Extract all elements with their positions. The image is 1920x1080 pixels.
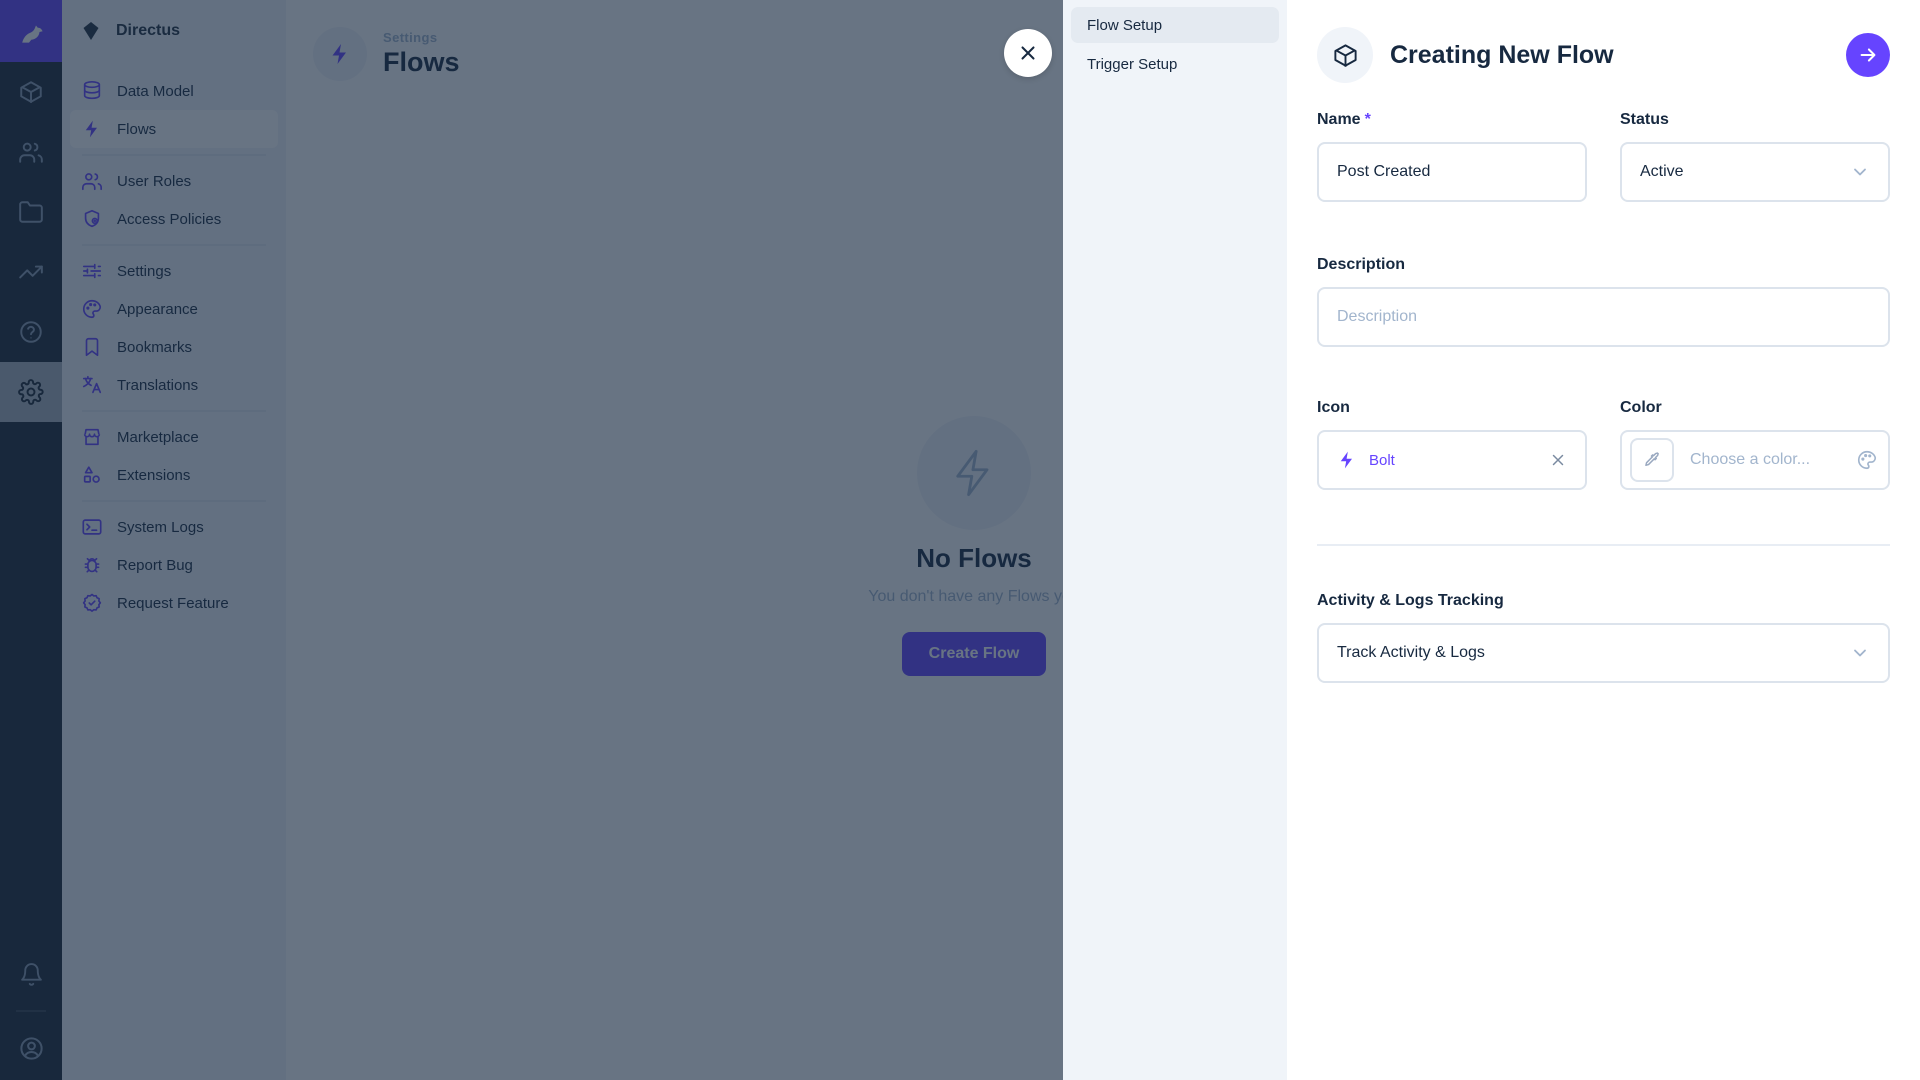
color-field-group: Color Choose a color... xyxy=(1620,399,1890,490)
chevron-down-icon xyxy=(1850,162,1870,182)
status-label: Status xyxy=(1620,111,1890,129)
tracking-select[interactable]: Track Activity & Logs xyxy=(1317,623,1890,683)
arrow-right-icon xyxy=(1857,44,1879,66)
palette-icon xyxy=(1856,449,1878,471)
description-field-group: Description xyxy=(1317,256,1890,347)
color-placeholder[interactable]: Choose a color... xyxy=(1690,451,1856,469)
drawer-title: Creating New Flow xyxy=(1390,41,1614,70)
icon-field-group: Icon Bolt xyxy=(1317,399,1587,490)
tracking-value: Track Activity & Logs xyxy=(1337,644,1485,662)
description-input[interactable] xyxy=(1337,308,1870,326)
status-value: Active xyxy=(1640,163,1684,181)
close-icon xyxy=(1017,42,1039,64)
icon-select[interactable]: Bolt xyxy=(1317,430,1587,490)
color-label: Color xyxy=(1620,399,1890,417)
color-input-box: Choose a color... xyxy=(1620,430,1890,490)
drawer-tab-flow-setup[interactable]: Flow Setup xyxy=(1071,7,1279,43)
form-row-description: Description xyxy=(1317,256,1890,347)
drawer-close-button[interactable] xyxy=(1004,29,1052,77)
drawer-main: Creating New Flow Name * Status Active xyxy=(1287,0,1920,1080)
description-label: Description xyxy=(1317,256,1890,274)
name-label: Name * xyxy=(1317,111,1587,129)
tracking-label: Activity & Logs Tracking xyxy=(1317,592,1890,610)
tracking-field-group: Activity & Logs Tracking Track Activity … xyxy=(1317,592,1890,683)
status-field-group: Status Active xyxy=(1620,111,1890,202)
eyedropper-icon xyxy=(1642,450,1662,470)
icon-value: Bolt xyxy=(1369,452,1537,469)
form-row-tracking: Activity & Logs Tracking Track Activity … xyxy=(1317,592,1890,683)
form-divider xyxy=(1317,544,1890,546)
name-label-text: Name xyxy=(1317,111,1361,129)
name-field-group: Name * xyxy=(1317,111,1587,202)
close-icon xyxy=(1549,451,1567,469)
eyedropper-button[interactable] xyxy=(1630,438,1674,482)
drawer-tab-trigger-setup[interactable]: Trigger Setup xyxy=(1071,46,1279,82)
name-input-box xyxy=(1317,142,1587,202)
box-3d-icon xyxy=(1332,42,1359,69)
drawer-nav: Flow Setup Trigger Setup xyxy=(1063,0,1287,1080)
chevron-down-icon xyxy=(1850,643,1870,663)
bolt-icon xyxy=(1337,450,1357,470)
required-asterisk: * xyxy=(1365,111,1371,129)
status-select[interactable]: Active xyxy=(1620,142,1890,202)
create-flow-drawer: Flow Setup Trigger Setup Creating New Fl… xyxy=(1063,0,1920,1080)
form-row-icon-color: Icon Bolt Color Choose a color... xyxy=(1317,399,1890,490)
description-input-box xyxy=(1317,287,1890,347)
form-row-name-status: Name * Status Active xyxy=(1317,111,1890,202)
drawer-icon-circle xyxy=(1317,27,1373,83)
name-input[interactable] xyxy=(1337,163,1567,181)
icon-label: Icon xyxy=(1317,399,1587,417)
palette-picker-button[interactable] xyxy=(1856,449,1878,471)
drawer-submit-button[interactable] xyxy=(1846,33,1890,77)
icon-clear-button[interactable] xyxy=(1549,451,1567,469)
drawer-header: Creating New Flow xyxy=(1317,27,1890,83)
